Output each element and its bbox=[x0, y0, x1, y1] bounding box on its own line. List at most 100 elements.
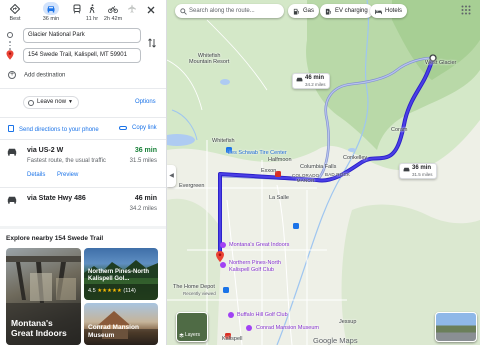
map-canvas[interactable]: Whitefish Mountain Resort Whitefish West… bbox=[167, 0, 480, 345]
route-name: via State Hwy 486 bbox=[27, 195, 86, 202]
swap-icon[interactable] bbox=[147, 37, 157, 49]
destination-input[interactable]: 154 Swede Trail, Kalispell, MT 59901 bbox=[23, 48, 141, 63]
mode-drive[interactable]: 36 min bbox=[38, 2, 64, 22]
mode-best[interactable]: Best bbox=[2, 2, 28, 22]
gas-station-icon bbox=[293, 8, 299, 15]
map-label-bad-rock[interactable]: BAD ROCK bbox=[325, 172, 350, 177]
destination-pin-icon bbox=[6, 50, 14, 60]
rating-value: 4.5 bbox=[88, 288, 96, 294]
link-icon bbox=[119, 126, 127, 130]
search-placeholder: Search along the route... bbox=[189, 8, 255, 14]
route-distance: 31.5 miles bbox=[129, 158, 157, 164]
directions-panel: Best 36 min 11 hr 2h 42m Glacier Nationa… bbox=[0, 0, 167, 345]
mode-drive-label: 36 min bbox=[42, 16, 60, 22]
divider bbox=[0, 139, 166, 140]
route-distance: 34.2 miles bbox=[129, 206, 157, 212]
street-view-thumbnail[interactable] bbox=[435, 312, 477, 342]
close-icon[interactable] bbox=[144, 3, 158, 17]
flight-icon bbox=[124, 2, 140, 15]
chip-hotels[interactable]: Hotels bbox=[370, 4, 408, 18]
explore-card-montanas-great-indoors[interactable]: Montana's Great Indoors bbox=[6, 248, 81, 345]
route-option-fastest[interactable]: via US-2 W 36 min Fastest route, the usu… bbox=[0, 145, 166, 185]
apps-grid-icon[interactable] bbox=[460, 4, 472, 16]
divider bbox=[0, 117, 166, 118]
map-label-whitefish-mountain[interactable]: Whitefish Mountain Resort bbox=[189, 53, 229, 65]
clock-icon bbox=[28, 99, 34, 106]
explore-card-conrad-mansion[interactable]: Conrad Mansion Museum bbox=[84, 303, 158, 345]
add-icon: + bbox=[8, 71, 16, 79]
search-along-route-input[interactable]: Search along the route... bbox=[175, 4, 284, 18]
caret-down-icon: ▼ bbox=[68, 99, 73, 105]
add-destination-button[interactable]: + Add destination bbox=[8, 71, 65, 79]
route-time: 36 min bbox=[134, 147, 157, 154]
google-maps-logo: Google Maps bbox=[313, 336, 358, 345]
leave-now-label: Leave now bbox=[37, 99, 67, 105]
route-option-alternate[interactable]: via State Hwy 486 46 min 34.2 miles bbox=[0, 193, 166, 221]
mode-bike-label: 2h 42m bbox=[103, 16, 123, 22]
map-label-halfmoon[interactable]: Halfmoon bbox=[268, 157, 292, 163]
chip-label: EV charging bbox=[335, 8, 368, 14]
walk-icon bbox=[84, 2, 100, 15]
map-label-montanas-great-indoors[interactable]: Montana's Great Indoors bbox=[229, 242, 289, 248]
callout-time: 36 min bbox=[412, 165, 432, 171]
map-label-northern-pines[interactable]: Northern Pines-North Kalispell Golf Club bbox=[229, 260, 281, 274]
layers-button[interactable]: Layers bbox=[176, 312, 208, 342]
chip-gas[interactable]: Gas bbox=[288, 4, 320, 18]
divider bbox=[0, 88, 166, 89]
route-details-link[interactable]: Details bbox=[27, 172, 45, 178]
explore-card-title: Northern Pines-North Kalispell Gol... bbox=[88, 269, 150, 282]
review-count: (114) bbox=[123, 288, 136, 294]
map-label-colorado-manor[interactable]: COLORADO MANOR bbox=[292, 173, 319, 183]
divider bbox=[0, 187, 166, 188]
mode-flight[interactable] bbox=[119, 2, 145, 16]
send-to-phone-button[interactable]: Send directions to your phone bbox=[8, 125, 99, 133]
leave-now-dropdown[interactable]: Leave now ▼ bbox=[23, 96, 79, 109]
map-label-exxon[interactable]: Exxon bbox=[261, 168, 276, 174]
car-icon bbox=[43, 2, 59, 15]
mode-best-label: Best bbox=[9, 16, 21, 22]
options-button[interactable]: Options bbox=[135, 99, 156, 105]
route-callout-fastest[interactable]: 36 min 31.5 miles bbox=[399, 163, 437, 179]
map-label-kalispell[interactable]: Kalispell bbox=[222, 336, 242, 342]
chip-label: Hotels bbox=[385, 8, 403, 14]
map-label-la-salle[interactable]: La Salle bbox=[269, 195, 289, 201]
copy-link-label: Copy link bbox=[132, 125, 157, 131]
chip-ev-charging[interactable]: EV charging bbox=[320, 4, 373, 18]
car-icon bbox=[7, 196, 17, 204]
map-label-home-depot[interactable]: The Home Depot bbox=[173, 284, 215, 290]
send-to-phone-label: Send directions to your phone bbox=[19, 127, 99, 133]
route-callout-alternate[interactable]: 46 min 34.2 miles bbox=[292, 73, 330, 89]
car-icon bbox=[403, 167, 410, 172]
map-label-home-depot-sub: Recently viewed bbox=[183, 291, 216, 296]
collapse-panel-button[interactable]: ◀ bbox=[167, 165, 176, 187]
map-label-columbia-falls[interactable]: Columbia Falls bbox=[300, 164, 336, 170]
map-label-conrad-mansion[interactable]: Conrad Mansion Museum bbox=[256, 325, 319, 331]
phone-icon bbox=[8, 125, 14, 132]
explore-card-rating: 4.5 ★★★★★ (114) bbox=[88, 288, 136, 294]
route-preview-link[interactable]: Preview bbox=[57, 172, 78, 178]
map-label-evergreen[interactable]: Evergreen bbox=[179, 183, 204, 189]
ev-charging-icon bbox=[325, 8, 331, 15]
travel-mode-bar: Best 36 min 11 hr 2h 42m bbox=[0, 0, 166, 27]
chevron-left-icon: ◀ bbox=[169, 173, 174, 179]
layers-icon bbox=[179, 333, 184, 338]
copy-link-button[interactable]: Copy link bbox=[119, 125, 157, 131]
map-label-buffalo-hill[interactable]: Buffalo Hill Golf Club bbox=[237, 312, 288, 318]
route-time: 46 min bbox=[134, 195, 157, 202]
explore-card-northern-pines[interactable]: Northern Pines-North Kalispell Gol... 4.… bbox=[84, 248, 158, 300]
map-label-jessup[interactable]: Jessup bbox=[339, 319, 356, 325]
map-label-whitefish[interactable]: Whitefish bbox=[212, 138, 235, 144]
divider bbox=[0, 226, 166, 229]
map-label-conkelley[interactable]: Conkelley bbox=[343, 155, 367, 161]
add-destination-label: Add destination bbox=[24, 72, 66, 79]
map-label-coram[interactable]: Coram bbox=[391, 127, 408, 133]
origin-input[interactable]: Glacier National Park bbox=[23, 28, 141, 43]
origin-dot-icon bbox=[7, 32, 13, 38]
explore-card-title: Conrad Mansion Museum bbox=[88, 324, 139, 339]
chip-label: Gas bbox=[303, 8, 315, 14]
car-icon bbox=[7, 148, 17, 156]
map-label-west-glacier[interactable]: West Glacier bbox=[425, 60, 456, 66]
map-label-les-schwab[interactable]: Les Schwab Tire Center bbox=[228, 150, 287, 156]
callout-distance: 31.5 miles bbox=[412, 172, 433, 177]
route-name: via US-2 W bbox=[27, 147, 64, 154]
